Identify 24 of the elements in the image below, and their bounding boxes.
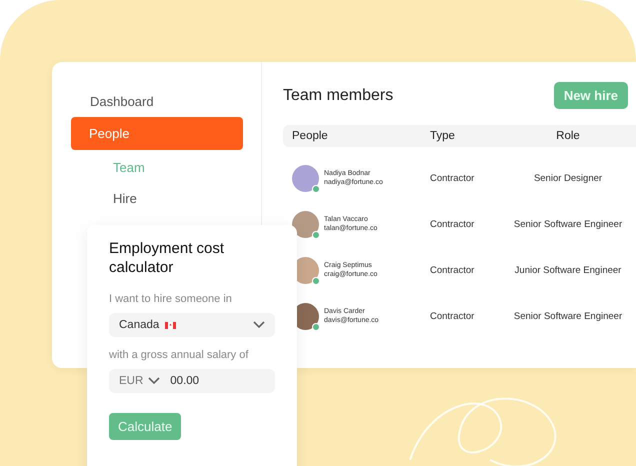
chevron-down-icon bbox=[253, 321, 265, 329]
salary-field[interactable]: EUR 00.00 bbox=[109, 369, 275, 393]
table-cell: Senior Designer bbox=[534, 172, 602, 184]
field-label: I want to hire someone in bbox=[109, 293, 233, 305]
table-cell-text: Contractor bbox=[430, 218, 476, 230]
nav-subitem[interactable]: Hire bbox=[113, 185, 137, 212]
table-cell-text: Contractor bbox=[430, 264, 476, 276]
section-title: Team members bbox=[283, 86, 394, 104]
avatar bbox=[292, 164, 319, 192]
avatar bbox=[292, 210, 319, 238]
table-cell: Junior Software Engineer bbox=[514, 264, 622, 276]
column-header: People bbox=[292, 130, 329, 142]
field-label: with a gross annual salary of bbox=[109, 349, 250, 361]
flag-icon bbox=[165, 322, 176, 328]
table-cell: Senior Software Engineer bbox=[514, 218, 622, 230]
chevron-down-icon bbox=[148, 377, 160, 385]
column-header: Type bbox=[430, 130, 455, 142]
nav-item[interactable]: Dashboard bbox=[71, 86, 243, 117]
table-cell: Senior Software Engineer bbox=[514, 310, 622, 322]
country-dropdown[interactable]: Canada bbox=[109, 313, 275, 337]
table-cell-text: Contractor bbox=[430, 310, 476, 322]
table-cell-text: Contractor bbox=[430, 172, 476, 184]
calculator-title: Employment cost calculator bbox=[109, 239, 226, 277]
column-header: Role bbox=[556, 130, 580, 142]
